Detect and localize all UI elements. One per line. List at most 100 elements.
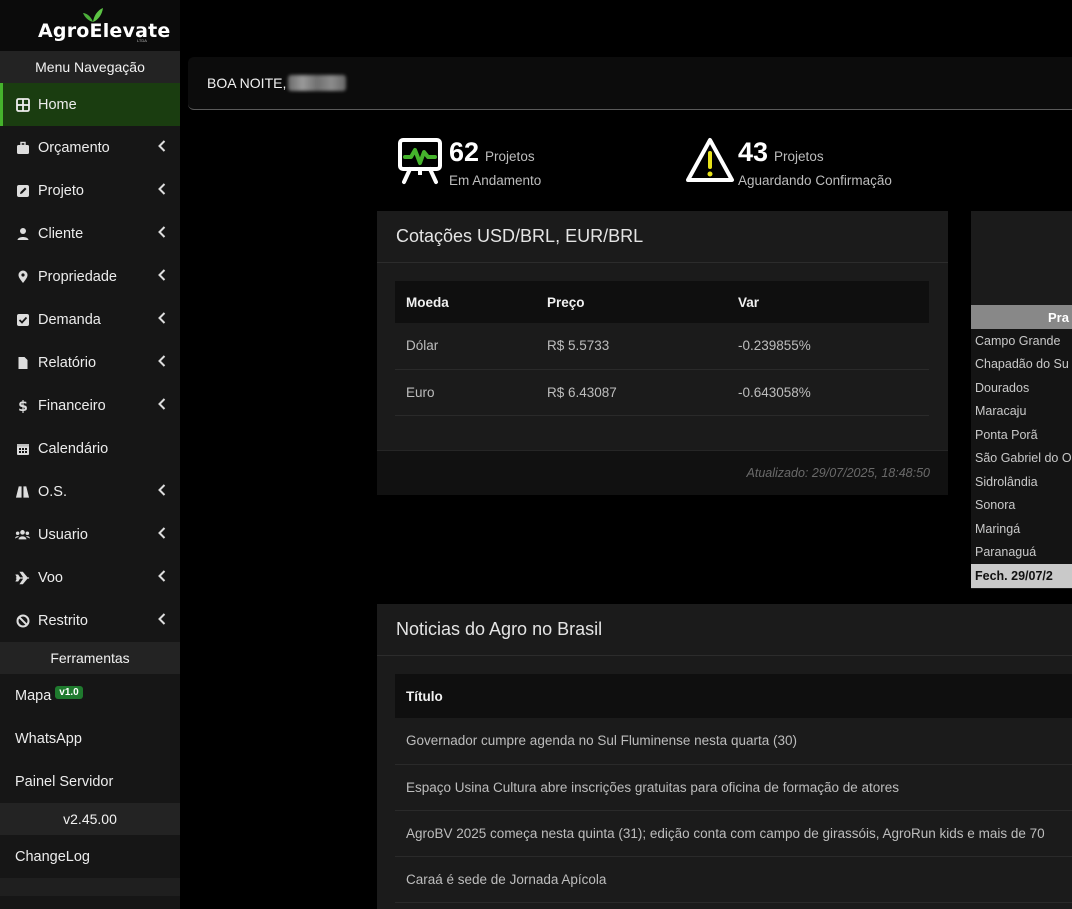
briefcase-icon	[15, 140, 30, 155]
dashboard-icon	[15, 97, 30, 112]
table-cell: -0.643058%	[727, 369, 929, 416]
price-rows: Campo Grande Chapadão do Su Dourados Maraca…	[971, 329, 1072, 564]
table-cell: Dólar	[395, 323, 536, 370]
sidebar-item-label: Home	[38, 96, 77, 113]
tool-label: WhatsApp	[15, 730, 82, 747]
stat-unit: Projetos	[774, 149, 824, 164]
changelog-link[interactable]: ChangeLog	[0, 835, 180, 878]
users-icon	[15, 527, 30, 542]
tool-item-mapa[interactable]: Mapa v1.0	[0, 674, 180, 717]
sidebar-item-restrito[interactable]: Restrito	[0, 599, 180, 642]
rates-updated-timestamp: Atualizado: 29/07/2025, 18:48:50	[377, 450, 948, 495]
warning-icon	[686, 138, 734, 182]
price-row: São Gabriel do O	[975, 451, 1072, 466]
news-title: Caraá é sede de Jornada Apícola	[395, 856, 1072, 903]
stat-label: Aguardando Confirmação	[738, 173, 892, 188]
news-title: Espaço Usina Cultura abre inscrições gra…	[395, 764, 1072, 811]
price-row: Maringá	[975, 521, 1021, 536]
check-square-icon	[15, 312, 30, 327]
sidebar-item-financeiro[interactable]: $ Financeiro	[0, 384, 180, 427]
blurred-username	[288, 75, 347, 91]
news-card-title: Noticias do Agro no Brasil	[377, 604, 1072, 656]
news-title: Governador cumpre agenda no Sul Fluminen…	[395, 718, 1072, 765]
news-row[interactable]: AgroBV 2025 começa nesta quinta (31); ed…	[395, 810, 1072, 857]
price-table: Pra Campo Grande Chapadão do Su Dourados Ma…	[971, 305, 1072, 588]
sidebar-item-propriedade[interactable]: Propriedade	[0, 255, 180, 298]
nav-header: Menu Navegação	[0, 51, 180, 83]
tools-header: Ferramentas	[0, 642, 180, 674]
news-title: AgroBV 2025 começa nesta quinta (31); ed…	[395, 810, 1072, 857]
edit-icon	[15, 183, 30, 198]
price-header: Pra	[971, 305, 1072, 329]
brand-logo[interactable]: AgroElevate LTDA	[0, 0, 180, 51]
map-marker-icon	[15, 269, 30, 284]
stat-unit: Projetos	[485, 149, 535, 164]
version-badge: v1.0	[55, 686, 83, 699]
stat-label: Em Andamento	[449, 173, 542, 188]
file-icon	[15, 355, 30, 370]
sidebar-item-label: Orçamento	[38, 139, 110, 156]
table-cell: R$ 5.5733	[536, 323, 727, 370]
sidebar-item-cliente[interactable]: Cliente	[0, 212, 180, 255]
sidebar-footer	[0, 878, 180, 896]
news-row[interactable]: Governador cumpre agenda no Sul Fluminen…	[395, 718, 1072, 765]
chevron-left-icon	[158, 226, 166, 242]
tool-label: Mapa	[15, 687, 52, 704]
column-header: Preço	[536, 281, 727, 323]
chevron-left-icon	[158, 527, 166, 543]
stat-awaiting[interactable]: 43 Projetos Aguardando Confirmação	[685, 137, 892, 188]
tool-item-whatsapp[interactable]: WhatsApp	[0, 717, 180, 760]
chevron-left-icon	[158, 312, 166, 328]
sidebar-item-home[interactable]: Home	[0, 83, 180, 126]
sidebar-item-orcamento[interactable]: Orçamento	[0, 126, 180, 169]
sidebar-item-voo[interactable]: Voo	[0, 556, 180, 599]
sidebar-item-calendario[interactable]: Calendário	[0, 427, 180, 470]
news-table: Título Governador cumpre agenda no Sul F…	[395, 674, 1072, 903]
sidebar-item-relatorio[interactable]: Relatório	[0, 341, 180, 384]
rates-card-title: Cotações USD/BRL, EUR/BRL	[377, 211, 948, 263]
chevron-left-icon	[158, 613, 166, 629]
presentation-chart-icon	[398, 138, 442, 184]
sidebar-item-projeto[interactable]: Projeto	[0, 169, 180, 212]
stat-in-progress[interactable]: 62 Projetos Em Andamento	[396, 137, 541, 188]
sidebar-item-label: Financeiro	[38, 397, 106, 414]
chevron-left-icon	[158, 269, 166, 285]
calendar-icon	[15, 441, 30, 456]
sidebar-item-label: Propriedade	[38, 268, 117, 285]
sidebar-item-demanda[interactable]: Demanda	[0, 298, 180, 341]
greeting-text: BOA NOITE,	[207, 75, 287, 91]
rates-card: Cotações USD/BRL, EUR/BRL Moeda Preço Va…	[377, 211, 948, 495]
sidebar-item-label: Usuario	[38, 526, 88, 543]
news-row[interactable]: Espaço Usina Cultura abre inscrições gra…	[395, 764, 1072, 811]
sidebar-item-label: Calendário	[38, 440, 109, 457]
price-row: Dourados	[975, 380, 1030, 395]
table-cell: -0.239855%	[727, 323, 929, 370]
chevron-left-icon	[158, 570, 166, 586]
sidebar: AgroElevate LTDA Menu Navegação Home Orça…	[0, 0, 180, 909]
chevron-left-icon	[158, 140, 166, 156]
column-header: Var	[727, 281, 929, 323]
column-header: Título	[395, 674, 1072, 718]
dollar-icon: $	[15, 398, 30, 413]
price-row: Sonora	[975, 498, 1016, 513]
table-cell: R$ 6.43087	[536, 369, 727, 416]
price-row: Paranaguá	[975, 545, 1037, 560]
tool-item-painel-servidor[interactable]: Painel Servidor	[0, 760, 180, 803]
sidebar-item-o-s[interactable]: O.S.	[0, 470, 180, 513]
nav-list: Home Orçamento Projeto Cliente Propriedade De…	[0, 83, 180, 642]
stat-number: 43	[738, 137, 769, 167]
sidebar-item-label: Cliente	[38, 225, 84, 242]
news-row[interactable]: Caraá é sede de Jornada Apícola	[395, 856, 1072, 903]
price-row: Chapadão do Su	[975, 357, 1069, 372]
chevron-left-icon	[158, 484, 166, 500]
sidebar-item-usuario[interactable]: Usuario	[0, 513, 180, 556]
price-footer: Fech. 29/07/2	[971, 564, 1072, 588]
price-row: Maracaju	[975, 404, 1027, 419]
table-row: Dólar R$ 5.5733 -0.239855%	[395, 323, 929, 370]
top-strip	[180, 0, 1072, 52]
svg-text:$: $	[18, 399, 28, 413]
sidebar-item-label: Voo	[38, 569, 63, 586]
plane-icon	[15, 570, 30, 585]
brand-name: AgroElevate	[38, 20, 171, 42]
tool-label: Painel Servidor	[15, 773, 114, 790]
